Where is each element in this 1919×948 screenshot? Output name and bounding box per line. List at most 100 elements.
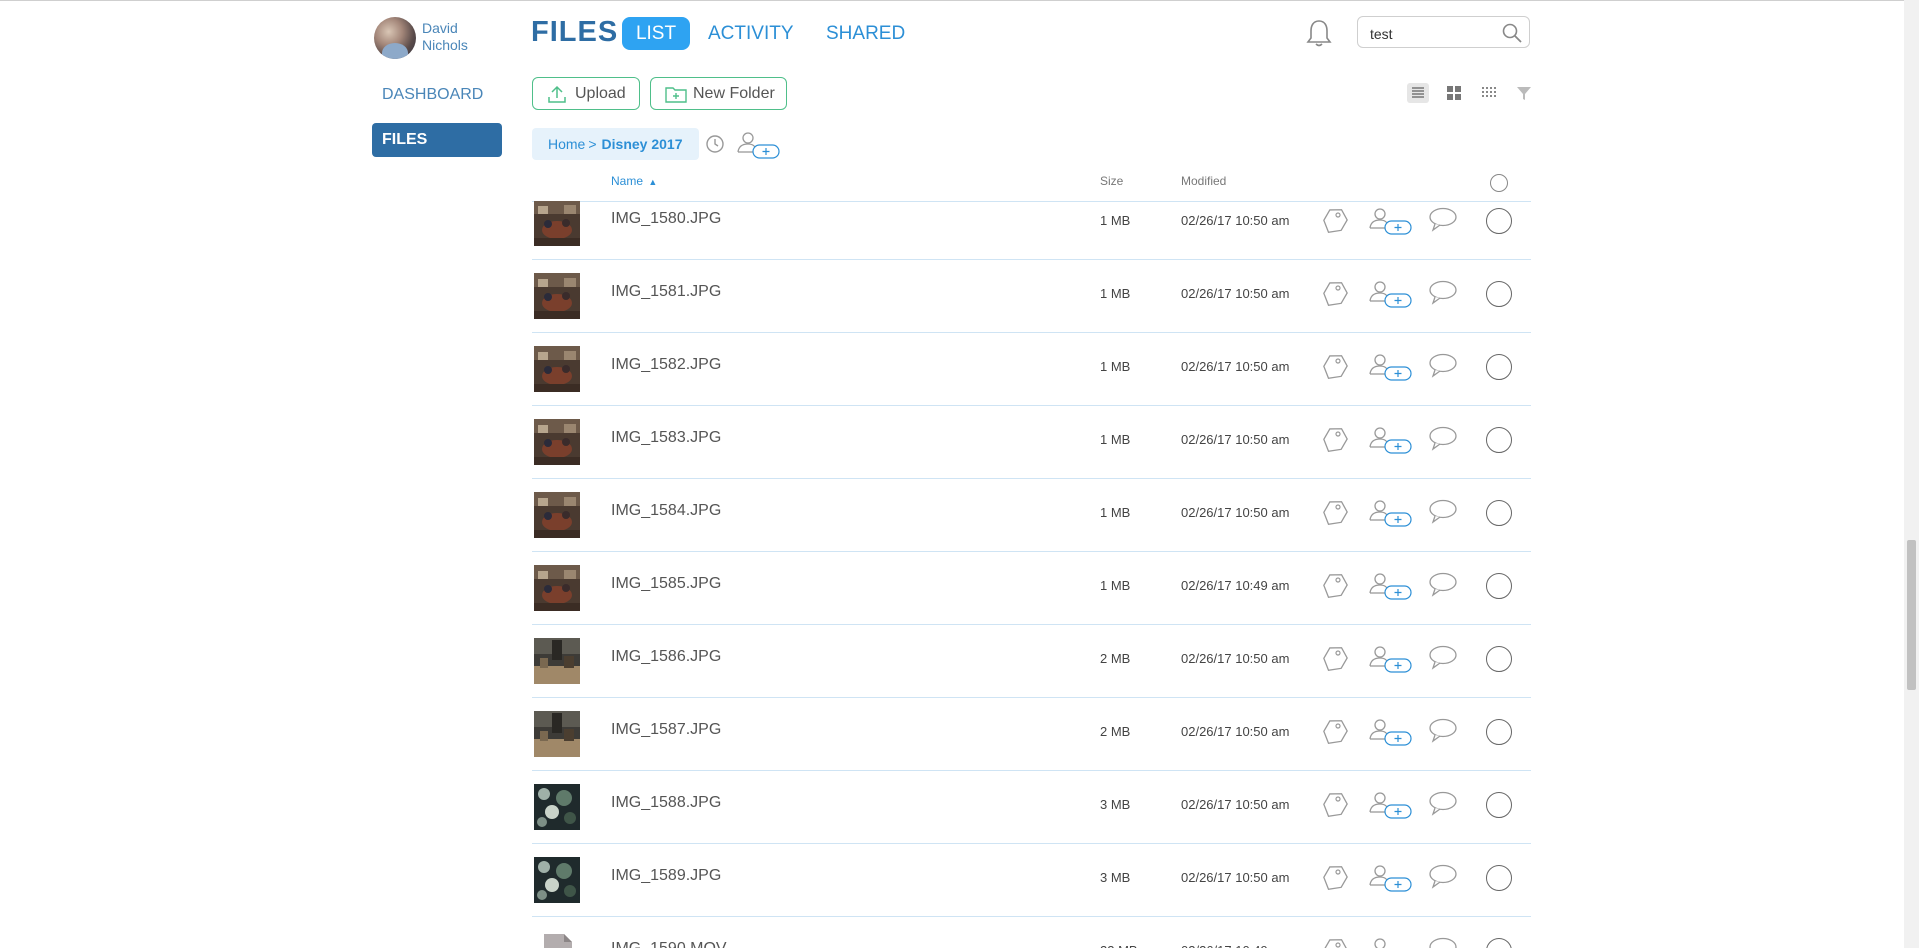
tag-icon[interactable] <box>1322 279 1348 309</box>
table-row[interactable]: IMG_1581.JPG 1 MB 02/26/17 10:50 am <box>532 259 1531 333</box>
image-thumbnail[interactable] <box>534 492 580 538</box>
share-folder-icon[interactable] <box>735 130 783 160</box>
tag-icon[interactable] <box>1322 863 1348 893</box>
upload-button[interactable]: Upload <box>532 77 640 110</box>
file-name[interactable]: IMG_1581.JPG <box>611 283 721 301</box>
file-name[interactable]: IMG_1588.JPG <box>611 794 721 812</box>
tag-icon[interactable] <box>1322 717 1348 747</box>
share-user-icon[interactable] <box>1367 425 1415 455</box>
comment-icon[interactable] <box>1427 936 1459 948</box>
file-name[interactable]: IMG_1582.JPG <box>611 356 721 374</box>
comment-icon[interactable] <box>1427 279 1459 307</box>
tag-icon[interactable] <box>1322 571 1348 601</box>
file-name[interactable]: IMG_1586.JPG <box>611 648 721 666</box>
row-select-checkbox[interactable] <box>1486 208 1512 234</box>
list-view-icon[interactable] <box>1407 83 1429 103</box>
comment-icon[interactable] <box>1427 863 1459 891</box>
image-thumbnail[interactable] <box>534 273 580 319</box>
share-user-icon[interactable] <box>1367 790 1415 820</box>
share-user-icon[interactable] <box>1367 206 1415 236</box>
tag-icon[interactable] <box>1322 425 1348 455</box>
sort-ascending-icon[interactable]: ▲ <box>648 177 657 187</box>
row-select-checkbox[interactable] <box>1486 719 1512 745</box>
table-row[interactable]: IMG_1584.JPG 1 MB 02/26/17 10:50 am <box>532 478 1531 552</box>
search-icon[interactable] <box>1501 22 1523 44</box>
row-select-checkbox[interactable] <box>1486 865 1512 891</box>
tag-icon[interactable] <box>1322 936 1348 948</box>
table-row[interactable]: mov IMG_1590.MOV 22 MB 02/26/17 10:49 am <box>532 916 1531 948</box>
user-profile[interactable]: David Nichols <box>372 16 502 60</box>
tab-shared[interactable]: SHARED <box>826 17 905 50</box>
tag-icon[interactable] <box>1322 790 1348 820</box>
scrollbar-thumb[interactable] <box>1907 540 1916 690</box>
comment-icon[interactable] <box>1427 425 1459 453</box>
notifications-bell-icon[interactable] <box>1305 18 1333 48</box>
tab-activity[interactable]: ACTIVITY <box>708 17 794 50</box>
table-row[interactable]: IMG_1580.JPG 1 MB 02/26/17 10:50 am <box>532 201 1531 260</box>
table-row[interactable]: IMG_1586.JPG 2 MB 02/26/17 10:50 am <box>532 624 1531 698</box>
image-thumbnail[interactable] <box>534 346 580 392</box>
breadcrumb-current[interactable]: Disney 2017 <box>602 136 683 152</box>
image-thumbnail[interactable] <box>534 711 580 757</box>
tag-icon[interactable] <box>1322 352 1348 382</box>
column-modified-header[interactable]: Modified <box>1181 174 1226 188</box>
file-name[interactable]: IMG_1589.JPG <box>611 867 721 885</box>
comment-icon[interactable] <box>1427 717 1459 745</box>
tag-icon[interactable] <box>1322 498 1348 528</box>
image-thumbnail[interactable] <box>534 784 580 830</box>
table-row[interactable]: IMG_1585.JPG 1 MB 02/26/17 10:49 am <box>532 551 1531 625</box>
file-name[interactable]: IMG_1590.MOV <box>611 940 727 948</box>
sidebar-item-dashboard[interactable]: DASHBOARD <box>372 78 502 112</box>
image-thumbnail[interactable] <box>534 857 580 903</box>
comment-icon[interactable] <box>1427 571 1459 599</box>
share-user-icon[interactable] <box>1367 644 1415 674</box>
tag-icon[interactable] <box>1322 644 1348 674</box>
user-name[interactable]: David Nichols <box>422 20 502 54</box>
row-select-checkbox[interactable] <box>1486 354 1512 380</box>
image-thumbnail[interactable] <box>534 638 580 684</box>
image-thumbnail[interactable] <box>534 565 580 611</box>
row-select-checkbox[interactable] <box>1486 938 1512 948</box>
table-row[interactable]: IMG_1582.JPG 1 MB 02/26/17 10:50 am <box>532 332 1531 406</box>
table-row[interactable]: IMG_1583.JPG 1 MB 02/26/17 10:50 am <box>532 405 1531 479</box>
comment-icon[interactable] <box>1427 352 1459 380</box>
tab-list[interactable]: LIST <box>622 17 690 50</box>
scrollbar[interactable] <box>1904 0 1919 948</box>
file-name[interactable]: IMG_1587.JPG <box>611 721 721 739</box>
video-file-icon[interactable]: mov <box>534 930 580 948</box>
tag-icon[interactable] <box>1322 206 1348 236</box>
file-name[interactable]: IMG_1583.JPG <box>611 429 721 447</box>
comment-icon[interactable] <box>1427 498 1459 526</box>
sidebar-item-files[interactable]: FILES <box>372 123 502 157</box>
avatar[interactable] <box>374 17 416 59</box>
comment-icon[interactable] <box>1427 644 1459 672</box>
breadcrumb-home[interactable]: Home <box>548 136 585 152</box>
share-user-icon[interactable] <box>1367 863 1415 893</box>
share-user-icon[interactable] <box>1367 352 1415 382</box>
row-select-checkbox[interactable] <box>1486 792 1512 818</box>
image-thumbnail[interactable] <box>534 419 580 465</box>
grid-view-icon[interactable] <box>1443 83 1465 103</box>
row-select-checkbox[interactable] <box>1486 646 1512 672</box>
file-name[interactable]: IMG_1580.JPG <box>611 210 721 228</box>
table-row[interactable]: IMG_1589.JPG 3 MB 02/26/17 10:50 am <box>532 843 1531 917</box>
share-user-icon[interactable] <box>1367 571 1415 601</box>
image-thumbnail[interactable] <box>534 201 580 246</box>
share-user-icon[interactable] <box>1367 936 1415 948</box>
file-name[interactable]: IMG_1584.JPG <box>611 502 721 520</box>
table-row[interactable]: IMG_1588.JPG 3 MB 02/26/17 10:50 am <box>532 770 1531 844</box>
file-name[interactable]: IMG_1585.JPG <box>611 575 721 593</box>
search-input[interactable] <box>1368 23 1502 45</box>
history-clock-icon[interactable] <box>704 133 726 155</box>
select-all-checkbox[interactable] <box>1490 174 1508 192</box>
table-row[interactable]: IMG_1587.JPG 2 MB 02/26/17 10:50 am <box>532 697 1531 771</box>
row-select-checkbox[interactable] <box>1486 500 1512 526</box>
row-select-checkbox[interactable] <box>1486 427 1512 453</box>
row-select-checkbox[interactable] <box>1486 281 1512 307</box>
share-user-icon[interactable] <box>1367 717 1415 747</box>
column-name-header[interactable]: Name ▲ <box>611 174 657 188</box>
new-folder-button[interactable]: New Folder <box>650 77 787 110</box>
comment-icon[interactable] <box>1427 790 1459 818</box>
filter-icon[interactable] <box>1513 83 1535 103</box>
row-select-checkbox[interactable] <box>1486 573 1512 599</box>
